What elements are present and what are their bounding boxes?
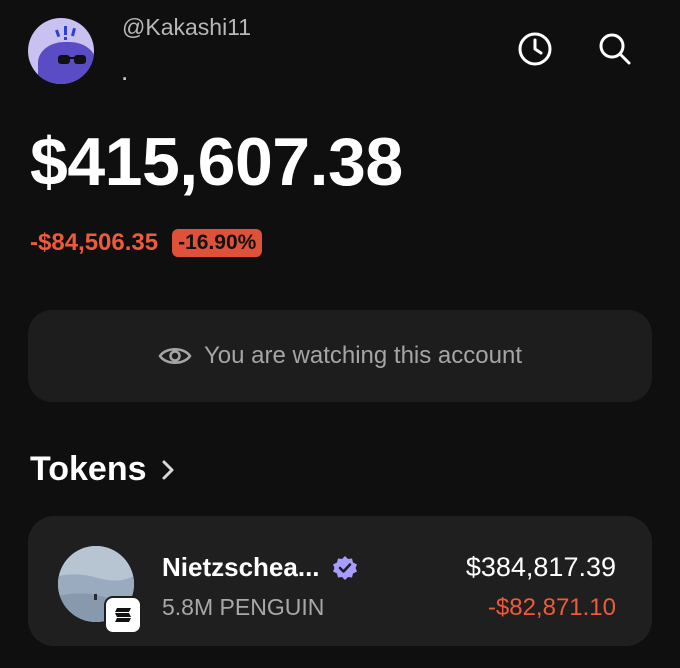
- change-value: -$84,506.35: [30, 229, 159, 256]
- search-button[interactable]: [596, 30, 634, 68]
- history-button[interactable]: [516, 30, 554, 68]
- watching-banner: You are watching this account: [28, 310, 652, 402]
- sunglasses-icon: [58, 55, 86, 64]
- tokens-section-header[interactable]: Tokens: [30, 450, 175, 489]
- watching-text: You are watching this account: [204, 342, 522, 369]
- token-amount: 5.8M PENGUIN: [162, 594, 325, 620]
- verified-badge-icon: [332, 555, 357, 580]
- chevron-right-icon: [162, 460, 174, 479]
- token-value: $384,817.39: [465, 552, 616, 582]
- change-percent-badge: -16.90%: [172, 229, 263, 257]
- portfolio-balance: $415,607.38: [30, 124, 403, 200]
- account-handle[interactable]: @Kakashi11: [122, 14, 251, 41]
- exclaim-marks-icon: [55, 26, 76, 40]
- token-name-row: Nietzschea...: [162, 552, 358, 583]
- tokens-title: Tokens: [30, 450, 147, 488]
- token-change: -$82,871.10: [487, 594, 616, 621]
- eye-icon: [158, 348, 192, 364]
- avatar[interactable]: [28, 18, 94, 84]
- portfolio-change: -$84,506.35 -16.90%: [30, 229, 263, 257]
- token-name: Nietzschea...: [162, 552, 320, 582]
- search-icon: [599, 33, 631, 65]
- account-subtitle: .: [121, 56, 129, 86]
- token-row[interactable]: Nietzschea... 5.8M PENGUIN $384,817.39 -…: [28, 516, 652, 646]
- chain-badge-icon: [104, 596, 142, 634]
- history-icon: [518, 32, 552, 66]
